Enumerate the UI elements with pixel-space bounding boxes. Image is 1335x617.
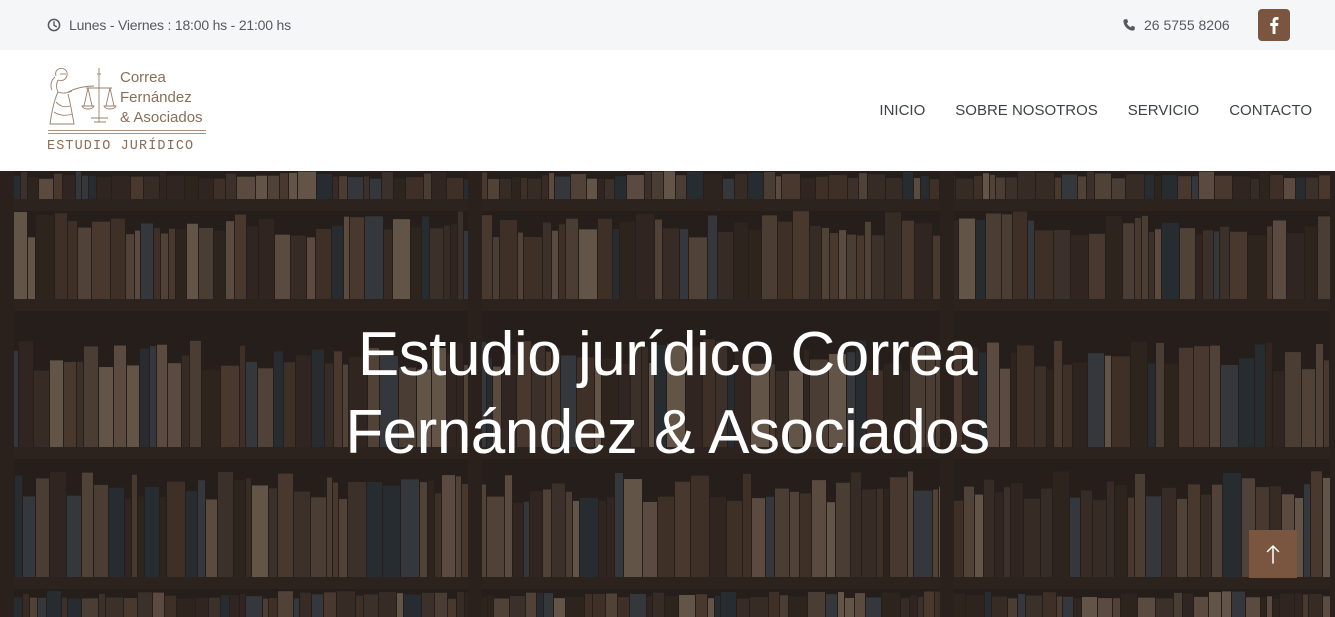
nav-item-contacto[interactable]: CONTACTO (1229, 102, 1312, 119)
phone-icon (1122, 18, 1136, 32)
hero-title-line-1: Estudio jurídico Correa (357, 320, 978, 389)
lady-justice-icon (46, 66, 120, 133)
opening-hours-text: Lunes - Viernes : 18:00 hs - 21:00 hs (69, 17, 291, 33)
nav-item-servicio[interactable]: SERVICIO (1128, 102, 1199, 119)
logo-divider (48, 133, 206, 134)
main-nav: INICIO SOBRE NOSOTROS SERVICIO CONTACTO (879, 102, 1312, 119)
phone-contact[interactable]: 26 5755 8206 (1122, 17, 1230, 33)
site-header: Correa Fernández & Asociados ESTUDIO JUR… (0, 50, 1335, 171)
logo-line-3: & Asociados (120, 109, 203, 126)
hero-title: Estudio jurídico Correa Fernández & Asoc… (0, 316, 1335, 472)
scroll-to-top-button[interactable] (1249, 530, 1297, 578)
clock-icon (47, 18, 61, 32)
logo-subtitle: ESTUDIO JURÍDICO (47, 139, 195, 154)
hero-title-line-2: Fernández & Asociados (345, 398, 990, 467)
logo-divider (48, 130, 206, 131)
arrow-up-icon (1266, 544, 1280, 564)
logo-wordmark: Correa Fernández & Asociados (120, 68, 212, 128)
hero-section: Estudio jurídico Correa Fernández & Asoc… (0, 171, 1335, 617)
logo-line-2: Fernández (120, 89, 192, 106)
nav-item-sobre-nosotros[interactable]: SOBRE NOSOTROS (955, 102, 1098, 119)
site-logo[interactable]: Correa Fernández & Asociados ESTUDIO JUR… (46, 66, 210, 158)
phone-number[interactable]: 26 5755 8206 (1144, 17, 1230, 33)
logo-line-1: Correa (120, 69, 166, 86)
nav-item-inicio[interactable]: INICIO (879, 102, 925, 119)
facebook-button[interactable] (1258, 9, 1290, 41)
top-bar: Lunes - Viernes : 18:00 hs - 21:00 hs 26… (0, 0, 1335, 50)
facebook-icon (1269, 16, 1279, 34)
opening-hours: Lunes - Viernes : 18:00 hs - 21:00 hs (47, 17, 291, 33)
